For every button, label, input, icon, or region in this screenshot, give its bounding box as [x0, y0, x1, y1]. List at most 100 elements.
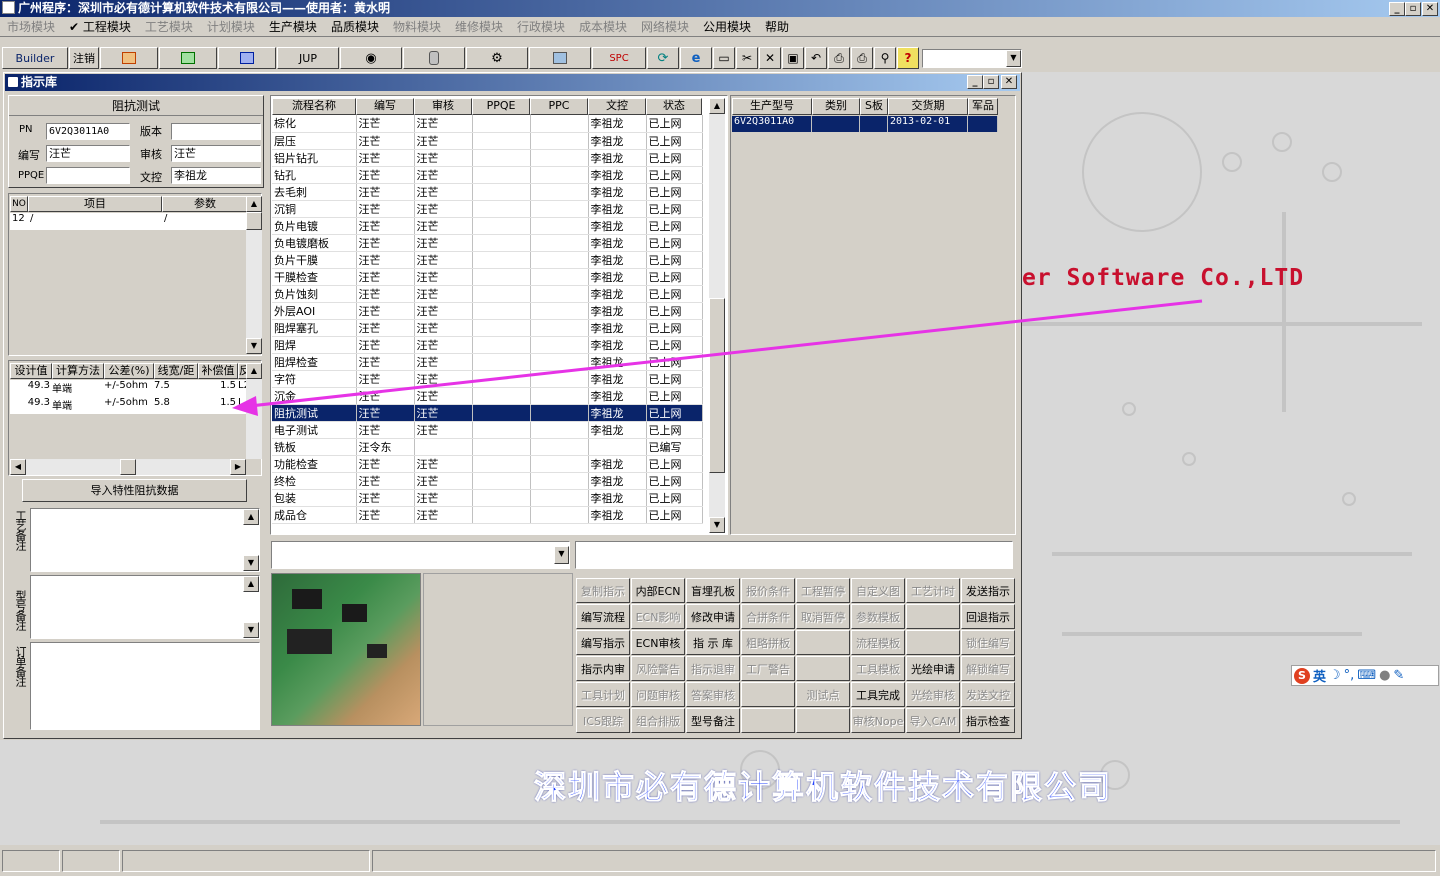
table-row[interactable]: 负片干膜 汪芒 汪芒 李祖龙 已上网 — [272, 251, 703, 269]
table-row[interactable]: 干膜检查 汪芒 汪芒 李祖龙 已上网 — [272, 268, 703, 286]
process-header-3[interactable]: PPQE — [472, 98, 530, 115]
window-close-button[interactable]: ✕ — [1001, 75, 1017, 89]
action-button-0-3[interactable]: 报价条件 — [741, 578, 795, 603]
impedance-header-3[interactable]: 线宽/距 — [154, 363, 198, 379]
params-grid[interactable]: NO 项目 参数 12 / / ▲ ▼ — [8, 193, 262, 356]
table-row[interactable]: 阻焊塞孔 汪芒 汪芒 李祖龙 已上网 — [272, 319, 703, 337]
table-row[interactable]: 外层AOI 汪芒 汪芒 李祖龙 已上网 — [272, 302, 703, 320]
menu-item-11[interactable]: 公用模块 — [696, 18, 758, 35]
action-button-3-2[interactable]: 指示退审 — [686, 656, 740, 681]
table-row[interactable]: 电子测试 汪芒 汪芒 李祖龙 已上网 — [272, 421, 703, 439]
action-button-1-4[interactable]: 取消暂停 — [796, 604, 850, 629]
table-row[interactable]: 成品仓 汪芒 汪芒 李祖龙 已上网 — [272, 506, 703, 524]
wrench-icon[interactable]: ✎ — [1393, 668, 1404, 683]
flow-combo[interactable]: ▼ — [271, 541, 570, 569]
model-notes-textarea[interactable]: ▲ ▼ — [30, 575, 260, 639]
process-header-6[interactable]: 状态 — [646, 98, 702, 115]
action-button-3-6[interactable]: 光绘申请 — [906, 656, 960, 681]
action-button-5-1[interactable]: 组合排版 — [631, 708, 685, 733]
ime-language[interactable]: 英 — [1313, 666, 1326, 685]
action-button-0-5[interactable]: 自定义图 — [851, 578, 905, 603]
action-button-4-0[interactable]: 工具计划 — [576, 682, 630, 707]
restore-button[interactable]: ▫ — [1405, 2, 1421, 16]
action-button-5-2[interactable]: 型号备注 — [686, 708, 740, 733]
action-button-2-2[interactable]: 指 示 库 — [686, 630, 740, 655]
scroll-up-button[interactable]: ▲ — [243, 576, 259, 592]
table-row[interactable]: 49.3 单端 +/-5ohm 5.8 1.5 L — [10, 397, 248, 414]
review-field[interactable]: 汪芒 — [171, 145, 261, 162]
action-button-5-7[interactable]: 指示检查 — [961, 708, 1015, 733]
close-button[interactable]: ✕ — [1422, 2, 1438, 16]
chevron-down-icon[interactable]: ▼ — [554, 546, 569, 564]
menu-item-9[interactable]: 成本模块 — [572, 18, 634, 35]
jup-button[interactable]: JUP — [277, 47, 339, 69]
table-row[interactable]: 钻孔 汪芒 汪芒 李祖龙 已上网 — [272, 166, 703, 184]
toolbar-combo[interactable]: ▼ — [922, 48, 1022, 68]
keyboard-icon[interactable]: ⌨ — [1357, 668, 1376, 683]
minimize-button[interactable]: _ — [1389, 2, 1405, 16]
menu-item-0[interactable]: 市场模块 — [0, 18, 62, 35]
action-button-3-7[interactable]: 解锁编写 — [961, 656, 1015, 681]
impedance-header-2[interactable]: 公差(%) — [104, 363, 154, 379]
action-button-0-0[interactable]: 复制指示 — [576, 578, 630, 603]
action-button-0-7[interactable]: 发送指示 — [961, 578, 1015, 603]
action-button-5-5[interactable]: 审核Nope — [851, 708, 905, 733]
preview-button[interactable]: ⎙ — [828, 47, 850, 69]
params-header-item[interactable]: 项目 — [28, 196, 162, 212]
model-header-0[interactable]: 生产型号 — [732, 98, 812, 115]
action-button-2-1[interactable]: ECN审核 — [631, 630, 685, 655]
menu-item-12[interactable]: 帮助 — [758, 18, 796, 35]
process-header-1[interactable]: 编写 — [356, 98, 414, 115]
spc-button[interactable]: SPC — [592, 47, 646, 69]
impedance-header-4[interactable]: 补偿值 — [198, 363, 238, 379]
table-row[interactable]: 负片蚀刻 汪芒 汪芒 李祖龙 已上网 — [272, 285, 703, 303]
table-row[interactable]: 包装 汪芒 汪芒 李祖龙 已上网 — [272, 489, 703, 507]
scrollbar-thumb[interactable] — [246, 212, 262, 230]
menu-item-3[interactable]: 计划模块 — [200, 18, 262, 35]
action-button-1-2[interactable]: 修改申请 — [686, 604, 740, 629]
action-button-3-3[interactable]: 工厂警告 — [741, 656, 795, 681]
table-row[interactable]: 阻焊检查 汪芒 汪芒 李祖龙 已上网 — [272, 353, 703, 371]
action-button-4-1[interactable]: 问题审核 — [631, 682, 685, 707]
delete-button[interactable]: ✕ — [759, 47, 781, 69]
view-button[interactable]: ◉ — [340, 47, 402, 69]
scroll-up-button[interactable]: ▲ — [246, 363, 262, 379]
logout-button[interactable]: 注销 — [69, 47, 99, 69]
action-button-5-0[interactable]: ICS跟踪 — [576, 708, 630, 733]
action-button-3-5[interactable]: 工具模板 — [851, 656, 905, 681]
action-button-2-5[interactable]: 流程模板 — [851, 630, 905, 655]
help-button[interactable]: ? — [897, 47, 919, 69]
punctuation-icon[interactable]: °, — [1344, 668, 1355, 683]
computer-button[interactable] — [529, 47, 591, 69]
scroll-up-button[interactable]: ▲ — [243, 509, 259, 525]
menu-item-10[interactable]: 网络模块 — [634, 18, 696, 35]
table-row[interactable]: 12 / / — [10, 213, 248, 230]
params-header-no[interactable]: NO — [10, 196, 28, 212]
builder-button[interactable]: Builder — [2, 47, 68, 69]
table-row[interactable]: 字符 汪芒 汪芒 李祖龙 已上网 — [272, 370, 703, 388]
action-button-2-0[interactable]: 编写指示 — [576, 630, 630, 655]
table-row[interactable]: 去毛刺 汪芒 汪芒 李祖龙 已上网 — [272, 183, 703, 201]
import-impedance-button[interactable]: 导入特性阻抗数据 — [22, 479, 247, 502]
process-header-0[interactable]: 流程名称 — [272, 98, 356, 115]
scroll-down-button[interactable]: ▼ — [709, 517, 725, 533]
table-row[interactable]: 沉金 汪芒 汪芒 李祖龙 已上网 — [272, 387, 703, 405]
user-icon[interactable]: ● — [1379, 668, 1390, 683]
database-button[interactable] — [403, 47, 465, 69]
window-minimize-button[interactable]: _ — [967, 75, 983, 89]
action-button-1-7[interactable]: 回退指示 — [961, 604, 1015, 629]
new-button[interactable]: ▭ — [713, 47, 735, 69]
process-header-5[interactable]: 文控 — [588, 98, 646, 115]
model-header-1[interactable]: 类别 — [812, 98, 860, 115]
action-button-1-0[interactable]: 编写流程 — [576, 604, 630, 629]
table-row[interactable]: 49.3单端+/-5ohm7.51.5L2 — [10, 380, 248, 397]
chevron-down-icon[interactable]: ▼ — [1006, 49, 1021, 67]
order-notes-textarea[interactable] — [30, 642, 260, 730]
table-row[interactable]: 负电镀磨板 汪芒 汪芒 李祖龙 已上网 — [272, 234, 703, 252]
action-button-0-6[interactable]: 工艺计时 — [906, 578, 960, 603]
action-button-4-2[interactable]: 答案审核 — [686, 682, 740, 707]
process-notes-textarea[interactable]: ▲ ▼ — [30, 508, 260, 572]
table-row[interactable]: 阻焊 汪芒 汪芒 李祖龙 已上网 — [272, 336, 703, 354]
action-button-1-5[interactable]: 参数模板 — [851, 604, 905, 629]
window-maximize-button[interactable]: ▫ — [983, 75, 999, 89]
